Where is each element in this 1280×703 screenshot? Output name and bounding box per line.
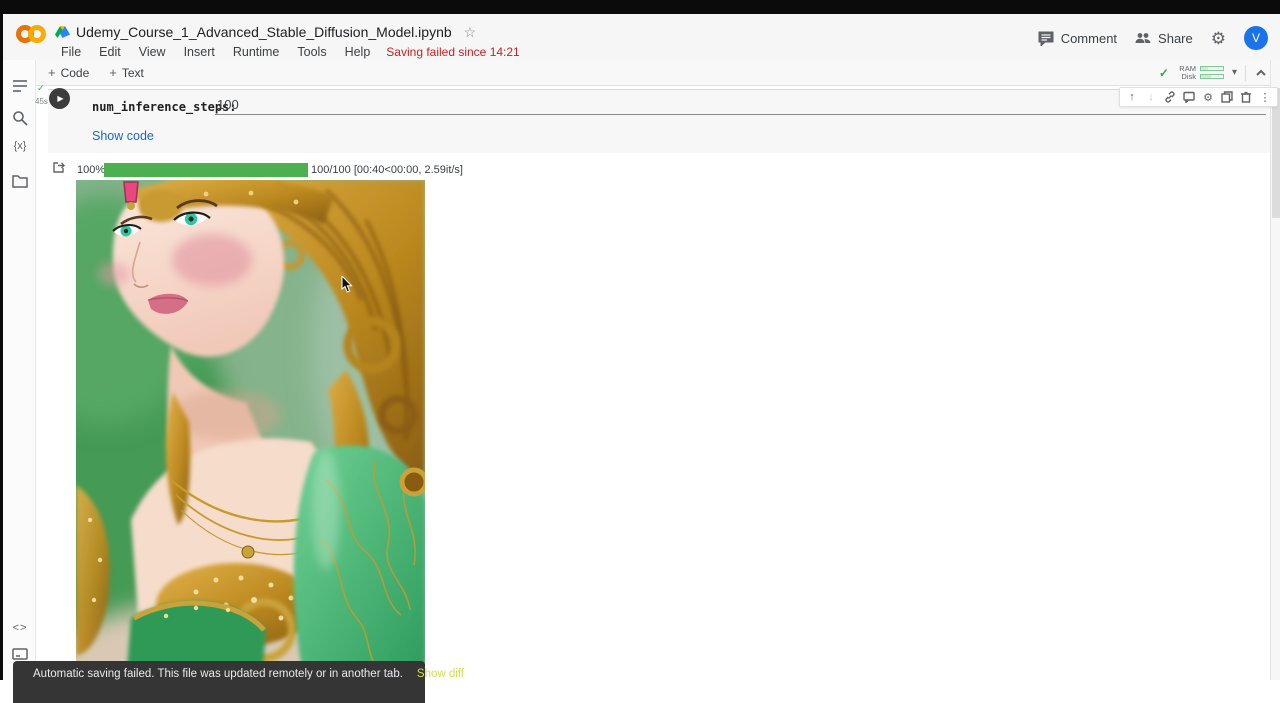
menu-edit[interactable]: Edit <box>91 42 129 62</box>
menu-tools[interactable]: Tools <box>289 42 334 62</box>
notebook-toolbar: + Code + Text ✓ RAM Disk ▾ <box>36 60 1280 86</box>
vertical-scrollbar[interactable] <box>1270 60 1280 680</box>
header-actions: Comment Share ⚙ V <box>1038 26 1268 50</box>
window-top-strip <box>0 0 1280 14</box>
share-button[interactable]: Share <box>1135 30 1193 46</box>
progress-status-text: 100/100 [00:40<00:00, 2.59it/s] <box>311 164 463 176</box>
comment-button[interactable]: Comment <box>1038 30 1117 46</box>
show-diff-button[interactable]: Show diff <box>417 668 464 680</box>
add-code-button[interactable]: + Code <box>40 63 97 82</box>
menu-view[interactable]: View <box>131 42 174 62</box>
menu-runtime[interactable]: Runtime <box>225 42 288 62</box>
colab-header: Udemy_Course_1_Advanced_Stable_Diffusion… <box>3 14 1280 60</box>
progress-bar-fill <box>104 163 308 177</box>
menu-file[interactable]: File <box>53 42 89 62</box>
run-cell-button[interactable]: ▶ <box>49 88 70 109</box>
comment-icon <box>1038 30 1054 46</box>
cell-output-icon[interactable] <box>52 161 65 174</box>
comment-icon <box>1183 91 1195 103</box>
table-of-contents-icon[interactable] <box>11 77 29 95</box>
add-text-label: Text <box>122 66 144 80</box>
menu-help[interactable]: Help <box>337 42 379 62</box>
mirror-cell-button[interactable] <box>1219 89 1235 105</box>
open-editor-settings-button[interactable]: ⚙ <box>1200 89 1216 105</box>
scrollbar-thumb[interactable] <box>1272 88 1280 218</box>
cell-execution-time: 45s <box>35 97 48 106</box>
code-snippets-icon[interactable]: <> <box>8 622 32 634</box>
cell-success-check-icon: ✓ <box>37 83 45 94</box>
link-cell-button[interactable] <box>1162 89 1178 105</box>
copy-icon <box>1221 91 1233 103</box>
files-icon[interactable] <box>11 172 29 190</box>
move-cell-up-button[interactable]: ↑ <box>1124 89 1140 105</box>
progress-percent: 100% <box>77 164 105 176</box>
drive-icon <box>55 25 70 39</box>
ram-meter <box>1200 66 1224 71</box>
form-param-input[interactable] <box>215 96 1266 115</box>
plus-icon: + <box>109 65 117 80</box>
colab-logo-icon[interactable] <box>15 23 47 45</box>
notebook-title[interactable]: Udemy_Course_1_Advanced_Stable_Diffusion… <box>76 24 452 40</box>
mouse-cursor <box>341 276 355 294</box>
link-icon <box>1164 91 1176 103</box>
cell-more-menu-button[interactable]: ⋮ <box>1257 89 1273 105</box>
left-nav-rail: {x} <> <box>3 60 36 680</box>
settings-gear-icon[interactable]: ⚙ <box>1211 30 1226 47</box>
progress-bar <box>104 163 308 177</box>
plus-icon: + <box>48 65 56 80</box>
add-comment-button[interactable] <box>1181 89 1197 105</box>
autosave-failed-toast: Automatic saving failed. This file was u… <box>13 661 425 703</box>
trash-icon <box>1240 91 1252 103</box>
toast-message: Automatic saving failed. This file was u… <box>33 668 403 680</box>
generated-image-output <box>76 180 425 680</box>
toolbar-divider <box>1245 65 1246 81</box>
resources-caret-icon[interactable]: ▾ <box>1232 67 1237 78</box>
menu-insert[interactable]: Insert <box>176 42 223 62</box>
add-code-label: Code <box>61 66 90 80</box>
connected-check-icon: ✓ <box>1159 66 1169 80</box>
variables-icon[interactable]: {x} <box>8 140 32 152</box>
show-code-link[interactable]: Show code <box>92 129 154 143</box>
collapse-header-icon[interactable] <box>1254 66 1268 80</box>
avatar[interactable]: V <box>1244 26 1268 50</box>
resource-meters[interactable]: RAM Disk <box>1177 65 1224 81</box>
add-text-button[interactable]: + Text <box>101 63 152 82</box>
share-people-icon <box>1135 30 1151 46</box>
delete-cell-button[interactable] <box>1238 89 1254 105</box>
stable-diffusion-portrait <box>76 180 425 680</box>
menu-bar: File Edit View Insert Runtime Tools Help… <box>53 42 526 62</box>
search-icon[interactable] <box>11 109 29 127</box>
share-label: Share <box>1158 31 1193 46</box>
play-icon: ▶ <box>57 94 63 103</box>
disk-meter <box>1200 74 1224 79</box>
comment-label: Comment <box>1061 31 1117 46</box>
disk-label: Disk <box>1177 72 1196 81</box>
star-icon[interactable]: ☆ <box>464 24 477 41</box>
move-cell-down-button[interactable]: ↓ <box>1143 89 1159 105</box>
cell-toolbar: ↑ ↓ ⚙ ⋮ <box>1119 87 1278 107</box>
saving-status-text[interactable]: Saving failed since 14:21 <box>380 42 525 62</box>
